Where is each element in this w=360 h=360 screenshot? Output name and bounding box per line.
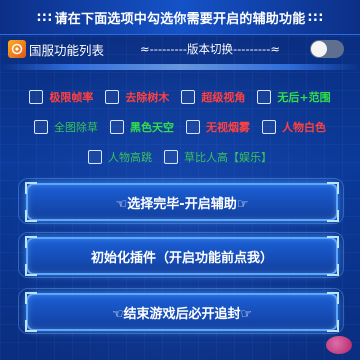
confirm-button-label: ☜选择完毕-开启辅助☞ <box>115 196 249 212</box>
options-row-2: 全图除草 黑色天空 无视烟雾 人物白色 <box>0 116 360 138</box>
init-button-label: 初始化插件（开启功能前点我） <box>90 250 273 266</box>
function-list-label: 国服功能列表 <box>29 42 105 58</box>
version-row: 国服功能列表 ≈---------版本切换---------≈ <box>8 39 352 59</box>
option-label: 人物白色 <box>282 121 326 134</box>
option-label: 无后+范围 <box>277 91 331 104</box>
title-deco-left: ::: <box>36 9 53 25</box>
option-checkbox[interactable] <box>105 90 120 104</box>
option-label: 人物高跳 <box>108 151 152 164</box>
option-label: 黑色天空 <box>130 121 174 134</box>
page-title: 请在下面选项中勾选你需要开启的辅助功能 <box>54 11 306 27</box>
option-label: 无视烟雾 <box>206 121 250 134</box>
option-item[interactable]: 无视烟雾 <box>186 119 250 135</box>
option-checkbox[interactable] <box>262 120 276 134</box>
option-item[interactable]: 无后+范围 <box>257 89 331 105</box>
title-bar: ::: 请在下面选项中勾选你需要开启的辅助功能 ::: <box>0 0 360 35</box>
floating-widget[interactable] <box>326 336 352 354</box>
option-item[interactable]: 草比人高【娱乐】 <box>164 149 272 165</box>
option-item[interactable]: 去除树木 <box>105 89 169 105</box>
option-item[interactable]: 极限帧率 <box>29 89 93 105</box>
title-deco-right: ::: <box>307 9 324 25</box>
option-checkbox[interactable] <box>257 90 272 104</box>
init-plugin-button[interactable]: 初始化插件（开启功能前点我） <box>25 236 339 276</box>
option-item[interactable]: 人物高跳 <box>88 149 152 165</box>
option-item[interactable]: 全图除草 <box>34 119 98 135</box>
option-checkbox[interactable] <box>181 90 196 104</box>
option-item[interactable]: 人物白色 <box>262 119 326 135</box>
version-toggle[interactable] <box>310 40 344 58</box>
confirm-enable-button[interactable]: ☜选择完毕-开启辅助☞ <box>25 182 339 222</box>
option-checkbox[interactable] <box>164 150 178 164</box>
option-label: 极限帧率 <box>49 91 94 104</box>
end-game-button[interactable]: ☜结束游戏后必开追封☞ <box>25 292 339 332</box>
option-label: 全图除草 <box>54 121 98 134</box>
toggle-knob <box>311 41 327 57</box>
option-item[interactable]: 超级视角 <box>181 89 245 105</box>
option-checkbox[interactable] <box>186 120 200 134</box>
option-checkbox[interactable] <box>110 120 124 134</box>
option-item[interactable]: 黑色天空 <box>110 119 174 135</box>
option-checkbox[interactable] <box>88 150 102 164</box>
option-checkbox[interactable] <box>29 90 44 104</box>
divider-glow <box>0 64 360 70</box>
option-label: 超级视角 <box>201 91 246 104</box>
options-row-3: 人物高跳 草比人高【娱乐】 <box>0 146 360 168</box>
version-switch-label: ≈---------版本切换---------≈ <box>140 42 280 56</box>
option-checkbox[interactable] <box>34 120 48 134</box>
end-button-label: ☜结束游戏后必开追封☞ <box>111 306 253 322</box>
option-label: 去除树木 <box>125 91 170 104</box>
game-icon <box>8 40 26 58</box>
option-label: 草比人高【娱乐】 <box>184 151 272 164</box>
options-row-1: 极限帧率 去除树木 超级视角 无后+范围 <box>0 86 360 108</box>
